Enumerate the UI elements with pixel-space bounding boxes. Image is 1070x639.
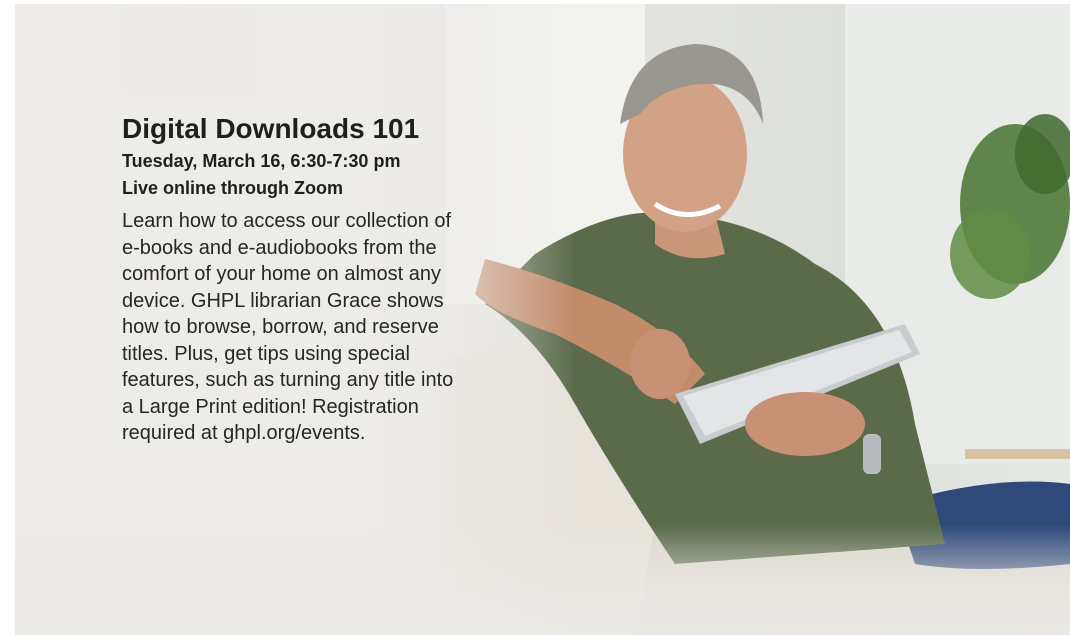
event-datetime: Tuesday, March 16, 6:30-7:30 pm [122, 151, 401, 171]
event-description: Learn how to access our collection of e-… [122, 210, 454, 444]
hand-right [745, 392, 865, 456]
page: Digital Downloads 101 Tuesday, March 16,… [0, 0, 1070, 639]
event-title: Digital Downloads 101 [122, 113, 420, 144]
hand-left [630, 329, 690, 399]
bottom-fade-overlay [15, 525, 1070, 635]
shelf [965, 449, 1070, 459]
watch-icon [863, 434, 881, 474]
event-info: Digital Downloads 101 Tuesday, March 16,… [122, 112, 467, 447]
event-location: Live online through Zoom [122, 178, 343, 198]
